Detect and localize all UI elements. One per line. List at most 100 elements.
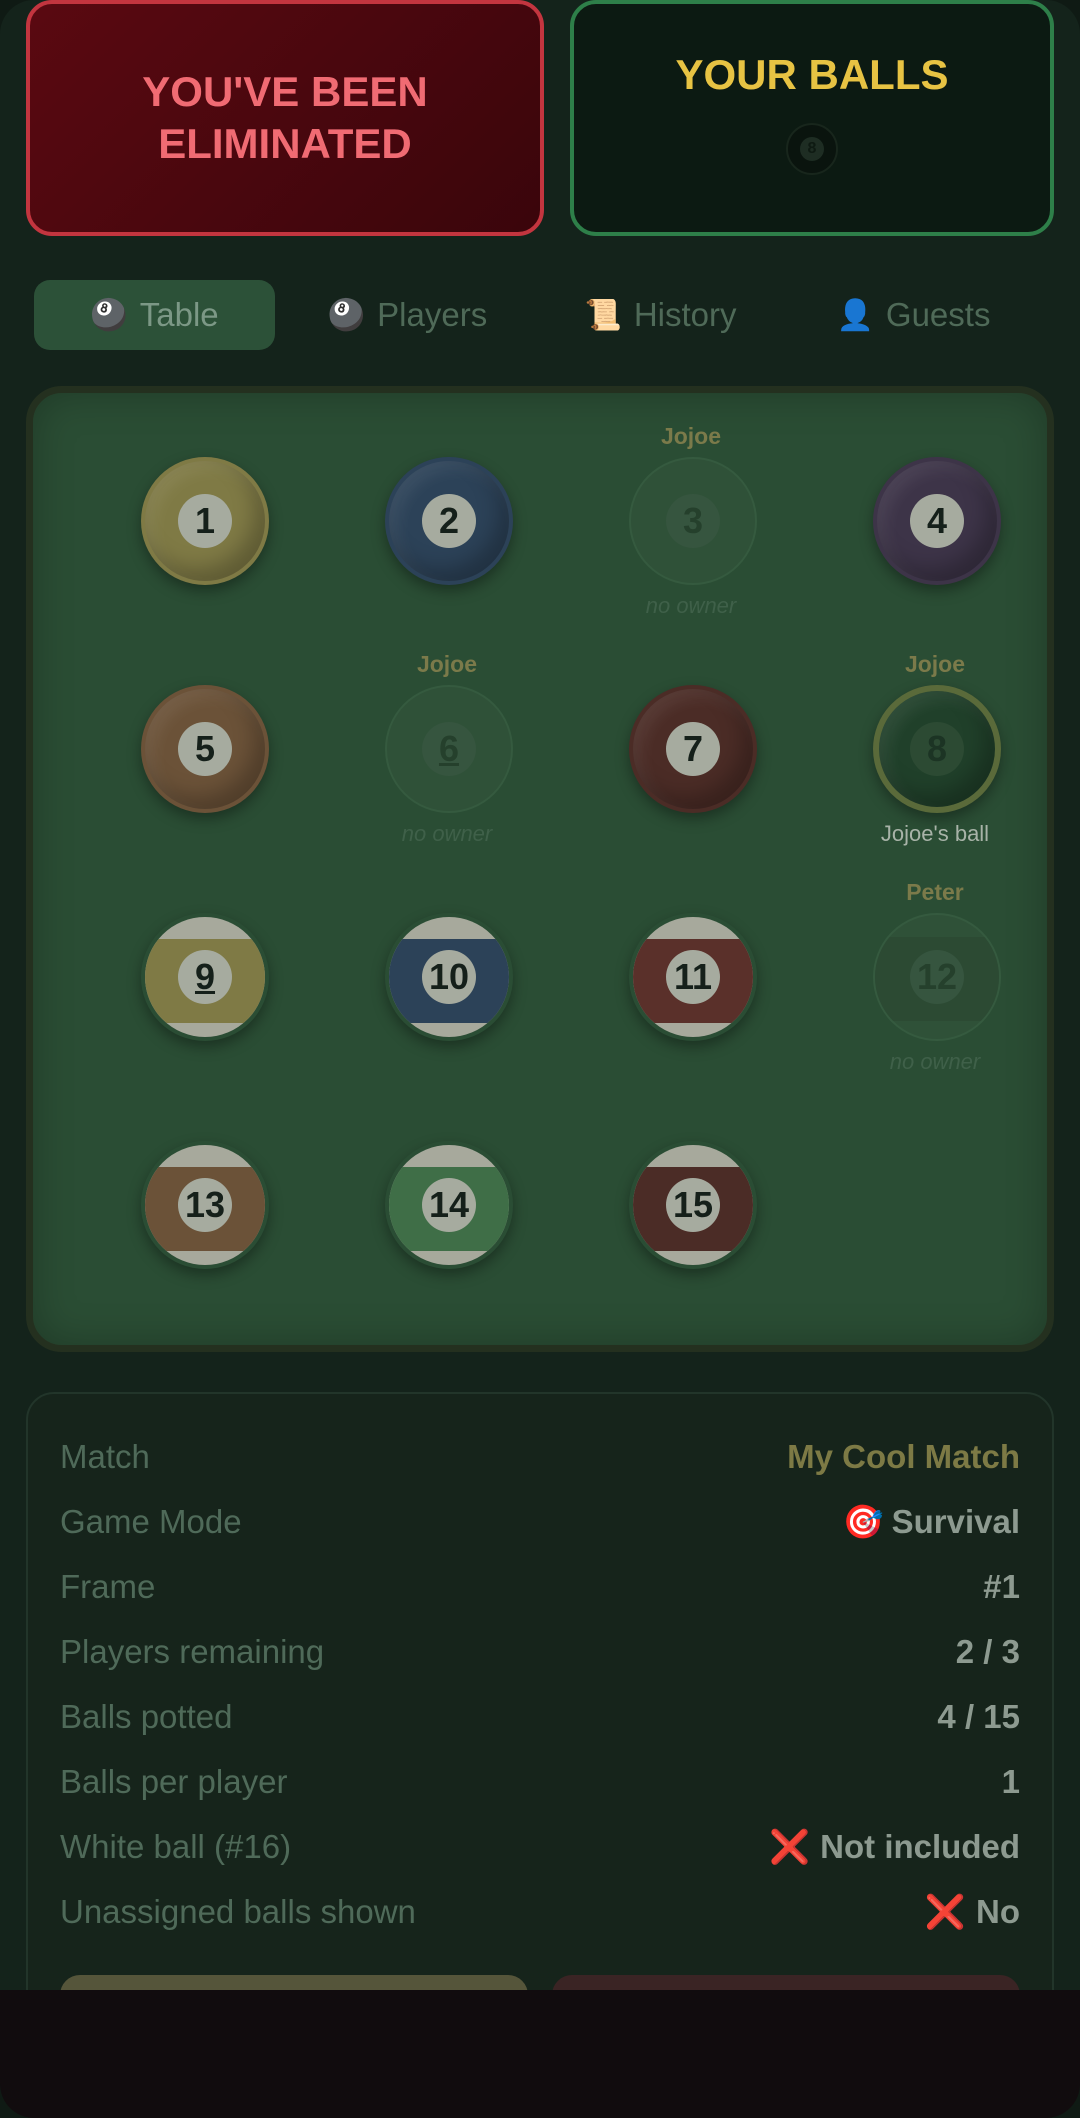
ball-owner-label: Peter [906,879,964,905]
ball-owner-label: Jojoe [660,423,722,449]
pool-ball[interactable]: 1 [141,457,269,585]
ball-number: 8 [910,722,964,776]
info-value: ❌ No [925,1893,1020,1932]
tab-label: Players [377,296,488,333]
pool-ball[interactable]: 9 [141,913,269,1041]
ball-owner-label: Jojoe [904,651,966,677]
scroll-icon: 📜 [584,298,622,332]
ball-number: 11 [666,950,720,1004]
pool-ball[interactable]: 2 [385,457,513,585]
ball-cell[interactable]: 11 [569,879,813,1107]
pool-ball[interactable]: 15 [629,1141,757,1269]
pool-ball[interactable]: 7 [629,685,757,813]
ball-cell[interactable]: 1 [81,423,325,651]
info-value: 4 / 15 [937,1698,1020,1736]
ball-number: 6 [422,722,476,776]
info-row: Unassigned balls shown ❌ No [60,1887,1020,1937]
eliminated-status-card: YOU'VE BEEN ELIMINATED [26,0,544,236]
ball-cell[interactable]: 13 [81,1107,325,1335]
info-key: Balls per player [60,1763,288,1800]
info-value-text: Survival [891,1502,1020,1540]
info-value-text: My Cool Match [787,1438,1020,1475]
pool-ball[interactable]: 3 [629,457,757,585]
ball-caption: no owner [889,1049,981,1074]
pool-ball-icon: 🎱 [327,298,366,332]
ball-cell[interactable]: Jojoe 3 no owner [569,423,813,651]
ball-number: 12 [910,950,964,1004]
cross-icon: ❌ [769,1827,811,1865]
tab-label: Table [139,296,219,333]
ball-number: 1 [178,494,232,548]
pool-table-felt: 1 2 Jojoe 3 no owner 4 5 Jojoe 6 no owner 7 Jojoe 8 J… [26,386,1054,1352]
info-row: White ball (#16) ❌ Not included [60,1822,1020,1872]
pool-ball[interactable]: 11 [629,913,757,1041]
pool-ball[interactable]: 10 [385,913,513,1041]
ball-cell[interactable]: 9 [81,879,325,1107]
info-value-text: Not included [820,1827,1020,1865]
ball-cell[interactable]: Peter 12 no owner [813,879,1057,1107]
info-value: 1 [1002,1763,1020,1801]
info-value-text: 1 [1001,1763,1020,1800]
ball-number: 14 [422,1178,476,1232]
ball-number: 13 [178,1178,232,1232]
pool-ball[interactable]: 8 [873,685,1001,813]
tab-table[interactable]: 🎱 Table [34,280,275,350]
your-ball-number: 8 [800,137,824,161]
pool-ball[interactable]: 5 [141,685,269,813]
info-key: Players remaining [60,1633,325,1670]
target-icon: 🎯 [842,1502,884,1540]
pool-ball[interactable]: 4 [873,457,1001,585]
your-balls-card: YOUR BALLS 8 [570,0,1054,236]
user-icon: 👤 [836,298,874,332]
ball-number: 15 [666,1178,720,1232]
tab-label: History [633,296,737,333]
info-value: 2 / 3 [956,1633,1020,1671]
ball-number: 4 [910,494,964,548]
info-row: Match My Cool Match [60,1432,1020,1482]
info-key: Unassigned balls shown [60,1893,416,1930]
ball-cell[interactable]: 5 [81,651,325,879]
pool-ball[interactable]: 12 [873,913,1001,1041]
ball-number: 3 [666,494,720,548]
tab-bar: 🎱 Table 🎱 Players 📜 History 👤 Guests [34,280,1046,350]
ball-cell[interactable]: Jojoe 8 Jojoe's ball [813,651,1057,879]
info-row: Game Mode 🎯 Survival [60,1497,1020,1547]
info-key: Frame [60,1568,156,1605]
ball-cell[interactable]: 7 [569,651,813,879]
info-value: My Cool Match [787,1438,1020,1476]
ball-owner-label: Jojoe [416,651,478,677]
info-row: Balls per player 1 [60,1757,1020,1807]
info-key: Match [60,1438,150,1475]
info-value: #1 [983,1568,1020,1606]
eliminated-title: YOU'VE BEEN ELIMINATED [142,68,428,167]
pool-ball[interactable]: 6 [385,685,513,813]
info-key: Balls potted [60,1698,233,1735]
ball-cell[interactable]: Jojoe 6 no owner [325,651,569,879]
info-row: Balls potted 4 / 15 [60,1692,1020,1742]
ball-cell[interactable]: 2 [325,423,569,651]
tab-label: Guests [885,296,991,333]
ball-caption: no owner [645,593,737,618]
ball-cell[interactable]: 14 [325,1107,569,1335]
info-value-text: #1 [983,1568,1020,1605]
ball-number: 7 [666,722,720,776]
ball-caption: Jojoe's ball [880,821,990,846]
ball-cell[interactable]: 4 [813,423,1057,651]
info-value-text: 4 / 15 [937,1698,1020,1735]
pool-ball[interactable]: 13 [141,1141,269,1269]
ball-cell[interactable]: 10 [325,879,569,1107]
info-value: 🎯 Survival [842,1503,1020,1542]
info-key: White ball (#16) [60,1828,292,1865]
ball-caption: no owner [401,821,493,846]
tab-history[interactable]: 📜 History [540,280,781,350]
info-key: Game Mode [60,1503,242,1540]
tab-players[interactable]: 🎱 Players [287,280,528,350]
your-ball-icon: 8 [786,123,838,175]
bottom-bar [0,1990,1080,2118]
pool-ball[interactable]: 14 [385,1141,513,1269]
info-value-text: No [976,1892,1020,1930]
tab-guests[interactable]: 👤 Guests [793,280,1034,350]
app-screen: YOU'VE BEEN ELIMINATED YOUR BALLS 8 🎱 Ta… [0,0,1080,2118]
ball-cell[interactable]: 15 [569,1107,813,1335]
ball-number: 9 [178,950,232,1004]
